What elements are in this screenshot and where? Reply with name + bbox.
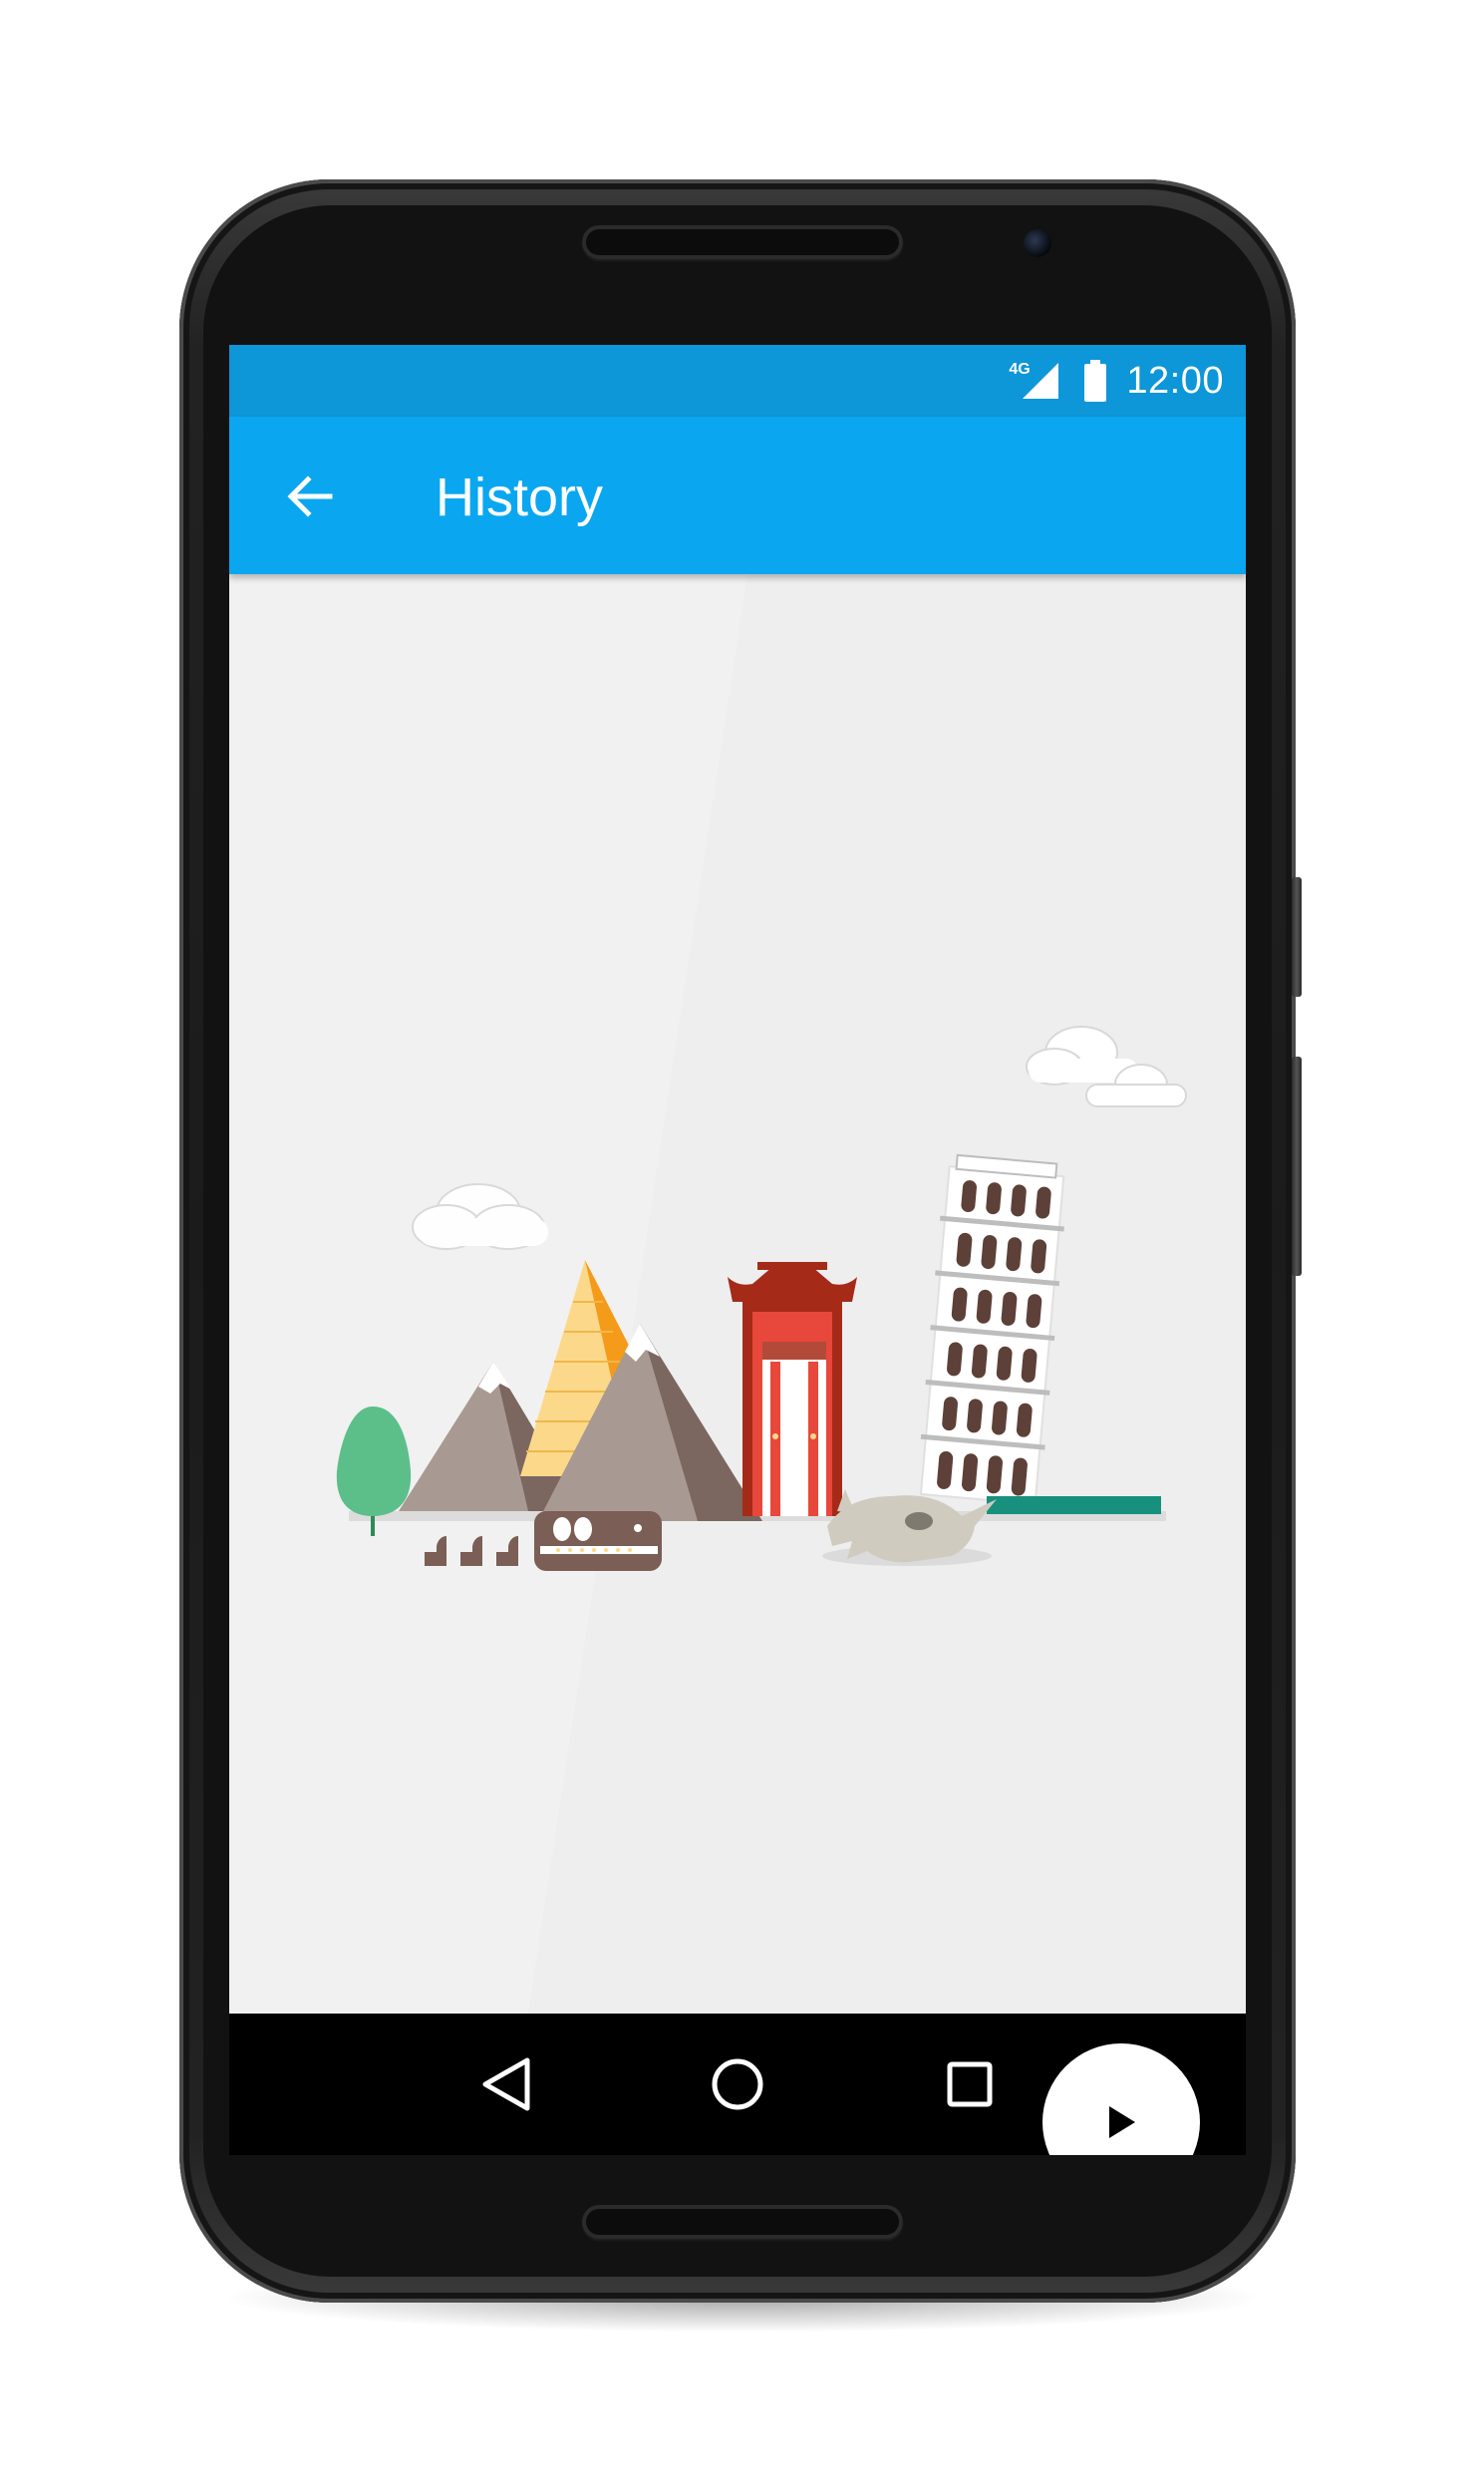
top-speaker-grille xyxy=(582,225,903,259)
status-icons: 4G 12:00 xyxy=(1009,345,1224,417)
play-icon xyxy=(1109,2106,1135,2138)
animal-skull xyxy=(822,1489,997,1566)
network-type-text: 4G xyxy=(1009,361,1031,378)
nav-recents-button[interactable] xyxy=(925,2039,1015,2129)
status-bar: 4G 12:00 xyxy=(229,345,1246,417)
square-recents-icon xyxy=(947,2061,993,2107)
back-button[interactable] xyxy=(273,461,345,532)
triangle-back-icon xyxy=(482,2057,530,2111)
battery-full-icon xyxy=(1084,360,1107,402)
chinese-gate xyxy=(728,1262,857,1516)
history-illustration xyxy=(229,574,1187,2014)
phone-screen: 4G 12:00 History xyxy=(229,345,1246,2155)
app-bar: History xyxy=(229,417,1246,574)
dinosaur-skull xyxy=(534,1511,662,1571)
screen-glare xyxy=(229,574,747,2014)
bottom-speaker-grille xyxy=(582,2205,903,2239)
nav-back-button[interactable] xyxy=(460,2039,550,2129)
nav-home-button[interactable] xyxy=(693,2039,782,2129)
circle-home-icon xyxy=(712,2058,763,2110)
page-title: History xyxy=(436,467,604,527)
leaning-tower xyxy=(919,1153,1065,1506)
power-button xyxy=(1292,1057,1302,1276)
arrow-back-icon xyxy=(287,475,333,517)
tower-base-lawn xyxy=(987,1496,1161,1514)
front-camera xyxy=(1024,229,1051,257)
status-clock: 12:00 xyxy=(1126,359,1224,402)
network-type-label: 4G xyxy=(1009,361,1060,401)
content-area xyxy=(229,574,1246,2155)
device-frame: 4G 12:00 History xyxy=(0,0,1484,2492)
volume-button xyxy=(1292,877,1302,997)
